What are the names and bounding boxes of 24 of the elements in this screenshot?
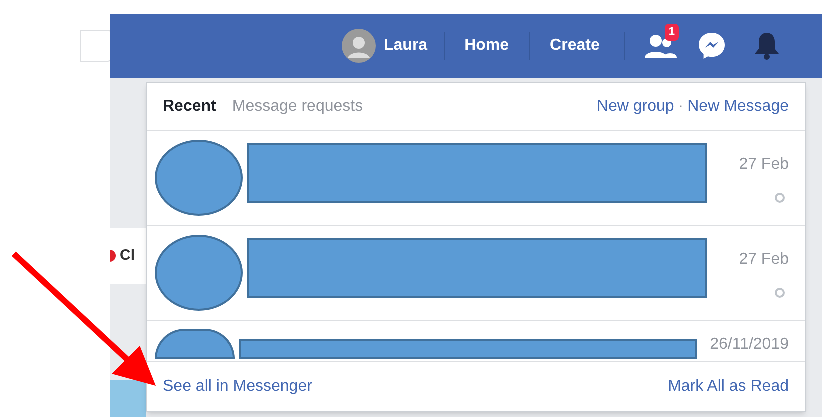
tab[interactable]: Message requests: [232, 94, 364, 118]
profile-name[interactable]: Laura: [384, 34, 428, 58]
new-group-link[interactable]: New group: [596, 94, 674, 118]
feed-text: Cl: [120, 246, 135, 266]
tab[interactable]: Recent: [163, 94, 216, 118]
nav-link[interactable]: Home: [444, 34, 530, 58]
new-message-link[interactable]: New Message: [688, 94, 789, 118]
bell-icon[interactable]: [752, 31, 781, 61]
search-field[interactable]: [80, 30, 112, 62]
avatar-icon[interactable]: [342, 29, 376, 63]
notification-badge: 1: [664, 24, 679, 40]
conversation-row[interactable]: 27 Feb: [147, 131, 805, 226]
mark-all-read-link[interactable]: Mark All as Read: [668, 374, 789, 398]
message-time: 27 Feb: [739, 250, 789, 270]
conversation-row[interactable]: 26/11/2019: [147, 321, 805, 359]
nav-link[interactable]: Create: [530, 34, 620, 58]
message-time: 26/11/2019: [710, 335, 789, 355]
messenger-icon[interactable]: [696, 31, 727, 61]
friends-icon[interactable]: [644, 33, 677, 59]
photo-placeholder: [110, 380, 146, 417]
message-time: 27 Feb: [739, 155, 789, 175]
separator: ·: [678, 96, 684, 116]
see-all-link[interactable]: See all in Messenger: [163, 374, 312, 398]
conversation-row[interactable]: 27 Feb: [147, 226, 805, 321]
